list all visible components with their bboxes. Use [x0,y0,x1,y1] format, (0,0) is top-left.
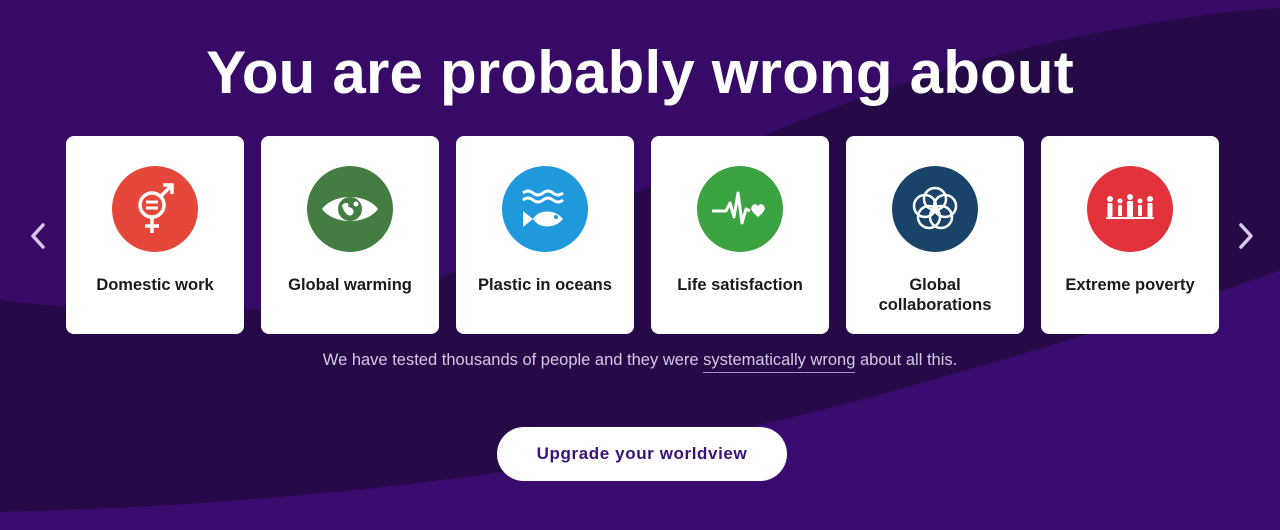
upgrade-worldview-button[interactable]: Upgrade your worldview [497,427,787,481]
systematically-wrong-link[interactable]: systematically wrong [703,351,856,373]
eye-globe-icon [307,166,393,252]
heartbeat-icon [697,166,783,252]
topic-card-global-warming[interactable]: Global warming [261,136,439,334]
carousel-prev-button[interactable] [24,218,52,254]
card-label: Extreme poverty [1065,276,1195,294]
card-label: Global collaborations [878,276,992,314]
topic-card-global-collaborations[interactable]: Global collaborations [846,136,1024,334]
card-label: Life satisfaction [677,276,803,294]
card-label: Plastic in oceans [478,276,612,294]
fish-waves-icon [502,166,588,252]
topic-card-plastic-in-oceans[interactable]: Plastic in oceans [456,136,634,334]
family-icon [1087,166,1173,252]
card-list: Domestic work Global warming Plastic in … [66,136,1219,334]
carousel-next-button[interactable] [1232,218,1260,254]
gender-equality-icon [112,166,198,252]
page-title: You are probably wrong about [206,39,1074,106]
topic-card-domestic-work[interactable]: Domestic work [66,136,244,334]
chevron-left-icon [31,223,45,249]
subtitle: We have tested thousands of people and t… [0,351,1280,373]
chevron-right-icon [1239,223,1253,249]
subtitle-text-after: about all this. [855,351,958,369]
topic-card-extreme-poverty[interactable]: Extreme poverty [1041,136,1219,334]
hero-section: You are probably wrong about Domestic wo… [0,0,1280,530]
subtitle-text-before: We have tested thousands of people and t… [322,351,704,369]
card-label: Global warming [288,276,412,294]
card-label: Domestic work [96,276,214,294]
topic-carousel: Domestic work Global warming Plastic in … [0,136,1280,334]
interlinked-rings-icon [892,166,978,252]
topic-card-life-satisfaction[interactable]: Life satisfaction [651,136,829,334]
